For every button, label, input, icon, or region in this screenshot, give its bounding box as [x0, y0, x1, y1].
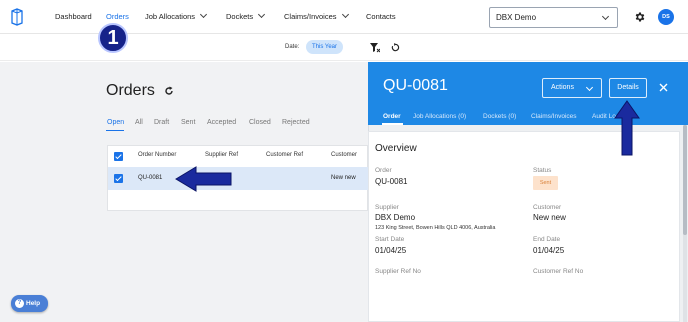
column-header-supplier-ref[interactable]: Supplier Ref	[205, 152, 238, 158]
date-filter-pill[interactable]: This Year	[306, 40, 343, 54]
row-checkbox[interactable]	[114, 174, 123, 183]
panel-active-tab-indicator	[382, 123, 403, 125]
customer-cell: New new	[331, 175, 356, 181]
end-date-label: End Date	[533, 236, 561, 243]
active-tab-indicator	[106, 130, 124, 131]
close-icon[interactable]	[657, 81, 670, 94]
tab-draft[interactable]: Draft	[154, 119, 169, 126]
panel-scrollbar-thumb[interactable]	[683, 125, 687, 235]
tab-rejected[interactable]: Rejected	[282, 119, 310, 126]
step-number-badge: 1	[98, 23, 128, 53]
user-avatar[interactable]: DS	[658, 9, 674, 25]
tab-accepted[interactable]: Accepted	[207, 119, 236, 126]
nav-orders[interactable]: Orders	[106, 12, 129, 21]
panel-tab-dockets[interactable]: Dockets (0)	[483, 113, 516, 120]
tab-closed[interactable]: Closed	[249, 119, 271, 126]
chevron-down-icon	[200, 10, 208, 19]
column-header-order-number[interactable]: Order Number	[138, 152, 176, 158]
help-question-icon: ?	[15, 299, 24, 308]
tab-sent[interactable]: Sent	[181, 119, 195, 126]
nav-dockets[interactable]: Dockets	[226, 10, 266, 21]
supplier-label: Supplier	[375, 204, 399, 211]
chevron-down-icon	[585, 83, 594, 92]
status-badge: Sent	[533, 176, 558, 190]
details-button[interactable]: Details	[609, 78, 647, 98]
reset-icon[interactable]	[391, 43, 400, 52]
chevron-down-icon	[341, 10, 349, 19]
column-header-customer-ref[interactable]: Customer Ref	[266, 152, 303, 158]
overview-heading: Overview	[375, 143, 417, 154]
order-value: QU-0081	[375, 177, 408, 186]
gear-icon[interactable]	[634, 11, 646, 23]
customer-label: Customer	[533, 204, 562, 211]
panel-tab-order[interactable]: Order	[383, 113, 401, 120]
order-number-cell[interactable]: QU-0081	[138, 175, 162, 181]
supplier-name: DBX Demo	[375, 213, 416, 222]
nav-claims-invoices[interactable]: Claims/Invoices	[284, 10, 349, 21]
status-label: Status	[533, 167, 552, 174]
start-date-label: Start Date	[375, 236, 405, 243]
nav-job-allocations[interactable]: Job Allocations	[145, 10, 208, 21]
panel-tab-claims-invoices[interactable]: Claims/Invoices	[531, 113, 577, 120]
chevron-down-icon	[258, 10, 266, 19]
nav-dockets-label: Dockets	[226, 12, 254, 21]
help-button[interactable]: ? Help	[11, 295, 48, 312]
order-detail-title: QU-0081	[383, 77, 448, 94]
customer-ref-label: Customer Ref No	[533, 268, 584, 275]
supplier-ref-label: Supplier Ref No	[375, 268, 421, 275]
organization-select-value: DBX Demo	[496, 13, 537, 22]
date-filter-label: Date:	[285, 44, 300, 50]
select-all-checkbox[interactable]	[114, 152, 123, 161]
column-header-customer[interactable]: Customer	[331, 152, 357, 158]
panel-tab-job-allocations[interactable]: Job Allocations (0)	[413, 113, 466, 120]
supplier-address: 123 King Street, Bowen Hills QLD 4006, A…	[375, 225, 496, 231]
panel-tab-audit-log[interactable]: Audit Lo	[592, 113, 616, 120]
actions-button[interactable]: Actions	[542, 78, 602, 98]
nav-contacts[interactable]: Contacts	[366, 12, 396, 21]
refresh-icon[interactable]	[164, 86, 174, 96]
nav-dashboard[interactable]: Dashboard	[55, 12, 92, 21]
page-title: Orders	[106, 82, 155, 99]
customer-value: New new	[533, 213, 566, 222]
tab-open[interactable]: Open	[107, 119, 124, 126]
help-button-label: Help	[26, 300, 41, 307]
nav-job-allocations-label: Job Allocations	[145, 12, 196, 21]
organization-select[interactable]: DBX Demo	[489, 7, 618, 28]
chevron-down-icon	[601, 12, 610, 21]
tab-all[interactable]: All	[135, 119, 143, 126]
start-date-value: 01/04/25	[375, 246, 407, 255]
actions-button-label: Actions	[551, 84, 574, 91]
end-date-value: 01/04/25	[533, 246, 565, 255]
filter-icon[interactable]	[370, 43, 380, 53]
order-label: Order	[375, 167, 392, 174]
nav-claims-invoices-label: Claims/Invoices	[284, 12, 337, 21]
app-logo-icon[interactable]	[10, 8, 24, 26]
